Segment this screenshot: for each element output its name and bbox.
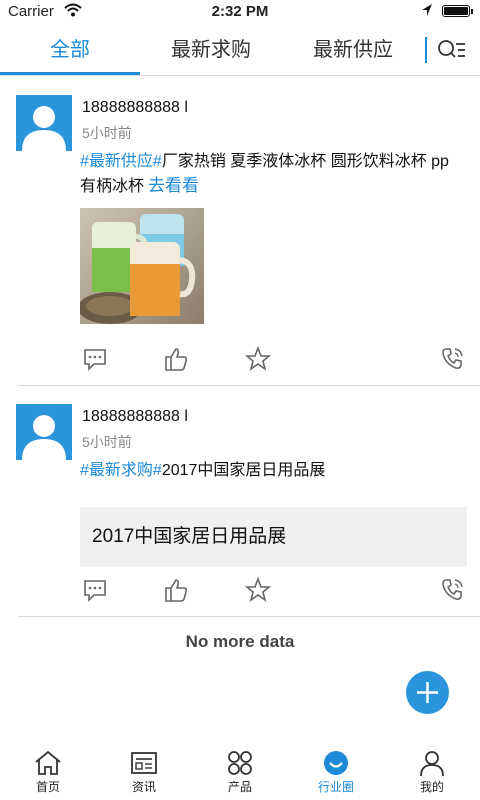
post-divider	[18, 385, 480, 386]
post-body: 2017中国家居日用品展	[161, 462, 326, 479]
user-icon	[420, 751, 444, 777]
nav-label: 首页	[35, 780, 60, 794]
nav-label: 行业圈	[317, 780, 354, 794]
category-tabs: 全部 最新求购 最新供应	[0, 24, 480, 76]
active-tab-indicator	[0, 72, 140, 75]
status-bar: Carrier 2:32 PM	[0, 0, 480, 24]
comment-icon[interactable]	[82, 577, 110, 605]
avatar[interactable]	[16, 95, 72, 151]
news-icon	[131, 752, 157, 774]
end-of-list-message: No more data	[185, 632, 295, 651]
post-image[interactable]	[80, 208, 204, 324]
nav-label: 资讯	[131, 780, 156, 794]
search-list-icon[interactable]	[436, 36, 466, 64]
location-arrow-icon	[420, 2, 434, 22]
bottom-nav: 首页 资讯 产品 行业圈 我的	[0, 744, 480, 800]
battery-icon	[442, 5, 473, 17]
shared-content-card[interactable]: 2017中国家居日用品展	[80, 507, 467, 567]
post-username[interactable]: 18888888888 l	[82, 99, 188, 117]
like-icon[interactable]	[163, 346, 191, 374]
avatar[interactable]	[16, 404, 72, 460]
phone-icon[interactable]	[440, 346, 468, 374]
post-text: #最新求购#2017中国家居日用品展	[80, 459, 460, 483]
circle-smile-icon	[324, 751, 348, 775]
tab-separator	[425, 37, 427, 63]
post-tag[interactable]: #最新求购#	[80, 462, 162, 479]
product-grid-icon	[228, 751, 252, 775]
tab-all[interactable]: 全部	[0, 24, 140, 76]
nav-label: 产品	[227, 780, 252, 794]
plus-icon	[417, 682, 438, 703]
nav-news[interactable]: 资讯	[96, 744, 192, 800]
comment-icon[interactable]	[82, 346, 110, 374]
add-post-button[interactable]	[406, 671, 449, 714]
post-divider	[18, 616, 480, 617]
post-tag[interactable]: #最新供应#	[80, 153, 162, 170]
clock: 2:32 PM	[211, 3, 269, 20]
nav-industry-circle[interactable]: 行业圈	[288, 744, 384, 800]
tab-latest-purchase[interactable]: 最新求购	[140, 24, 282, 76]
nav-products[interactable]: 产品	[192, 744, 288, 800]
like-icon[interactable]	[163, 577, 191, 605]
star-icon[interactable]	[244, 576, 273, 605]
post-username[interactable]: 18888888888 l	[82, 408, 188, 426]
nav-label: 我的	[419, 780, 444, 794]
post-text: #最新供应#厂家热销 夏季液体冰杯 圆形饮料冰杯 pp有柄冰杯 去看看	[80, 150, 460, 199]
post-time: 5小时前	[82, 434, 132, 450]
post-time: 5小时前	[82, 125, 132, 141]
nav-profile[interactable]: 我的	[384, 744, 480, 800]
star-icon[interactable]	[244, 345, 273, 374]
tab-latest-supply[interactable]: 最新供应	[282, 24, 424, 76]
home-icon	[35, 750, 61, 775]
nav-home[interactable]: 首页	[0, 744, 96, 800]
view-link[interactable]: 去看看	[148, 176, 199, 195]
phone-icon[interactable]	[440, 577, 468, 605]
post-actions	[0, 345, 480, 376]
post-actions	[0, 576, 480, 607]
